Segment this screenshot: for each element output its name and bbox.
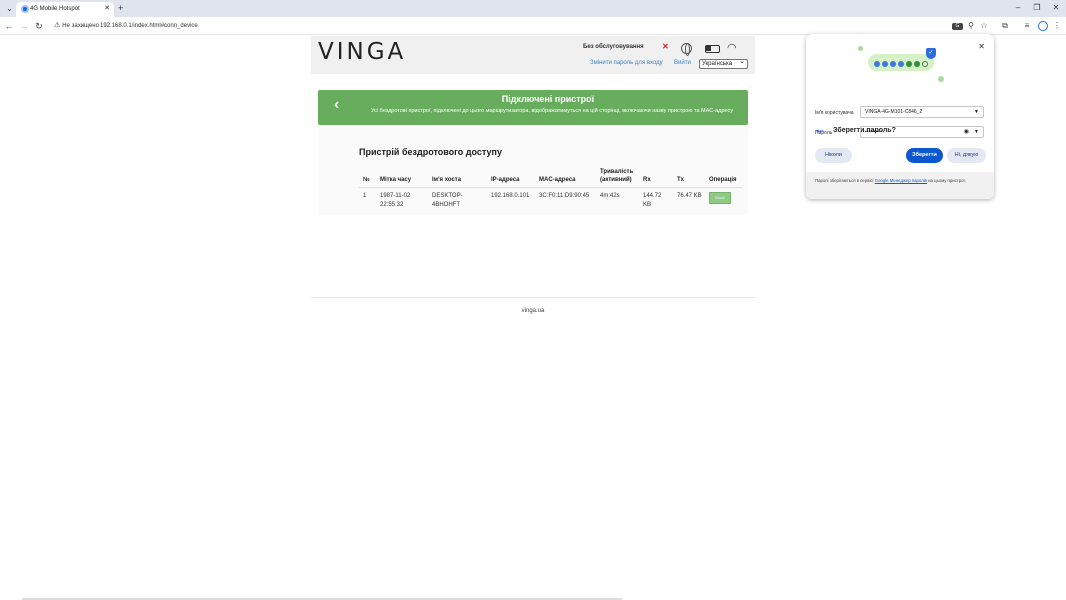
extensions-icon[interactable]: ⧉: [999, 20, 1011, 32]
footer-text: vinga.ua: [521, 308, 545, 314]
show-password-icon[interactable]: ◉: [964, 127, 969, 137]
column-header: Мітка часу: [376, 165, 428, 188]
bookmark-star-icon[interactable]: ☆: [978, 20, 990, 32]
column-header: №: [359, 165, 376, 188]
dropdown-arrow-icon[interactable]: ▼: [974, 107, 979, 117]
cell-ip: 192.168.0.101: [491, 192, 530, 199]
column-header: Rx: [639, 165, 673, 188]
footer-text-part: на цьому пристрої.: [926, 178, 966, 183]
table-row: 1 1987-11-02 22:55:32 DESKTOP-4BHOHFT 19…: [359, 187, 742, 210]
battery-icon: [705, 45, 720, 53]
footer-text-part: Паролі зберігаються в сервісі: [815, 178, 875, 183]
password-illustration: ✓: [854, 42, 946, 86]
warning-icon: ⚠: [54, 22, 61, 29]
favicon-icon: [21, 5, 29, 13]
logout-link[interactable]: Вийти: [674, 60, 691, 66]
column-header: IP-адреса: [487, 165, 535, 188]
dropdown-arrow-icon[interactable]: ▼: [974, 127, 979, 137]
cell-operation: Block: [705, 187, 742, 210]
security-indicator[interactable]: ⚠ Не захищено: [54, 21, 99, 31]
username-field[interactable]: VINGA-4G-M101-C846_2 ▼: [860, 106, 984, 118]
table-header-row: № Мітка часу Ім'я хоста IP-адреса MAC-ад…: [359, 165, 742, 188]
close-window-button[interactable]: ✕: [1050, 2, 1062, 14]
translate-icon[interactable]: G: [952, 23, 963, 30]
page-header: VINGA Без обслуговування ✕ ◠ Змінити пар…: [311, 36, 755, 74]
dialog-footer-text: Паролі зберігаються в сервісі Google Мен…: [815, 177, 985, 185]
cell-timestamp: 1987-11-02 22:55:32: [380, 192, 411, 208]
shield-check-icon: ✓: [926, 48, 936, 59]
new-tab-button[interactable]: +: [118, 2, 123, 14]
footer-divider: [311, 297, 755, 298]
forward-icon[interactable]: →: [18, 20, 30, 32]
menu-dots-icon[interactable]: ⋮: [1051, 20, 1063, 32]
section-title: Пристрій бездротового доступу: [359, 147, 502, 157]
page-title: Підключені пристрої: [501, 94, 595, 104]
profile-avatar[interactable]: [1038, 21, 1048, 31]
no-service-icon: ✕: [662, 42, 669, 51]
tab-title: 4G Mobile Hotspot: [30, 6, 80, 12]
minimize-button[interactable]: –: [1012, 2, 1024, 14]
column-header: MAC-адреса: [535, 165, 596, 188]
address-bar[interactable]: 192.168.0.1/index.html#conn_device: [100, 21, 198, 31]
devices-table: № Мітка часу Ім'я хоста IP-адреса MAC-ад…: [359, 165, 742, 210]
restore-button[interactable]: ❐: [1031, 2, 1043, 14]
back-icon[interactable]: ←: [3, 20, 15, 32]
language-select[interactable]: Українська: [699, 58, 748, 69]
column-header: Операція: [705, 165, 742, 188]
cell-mac: 3C:F0:11:D9:90:45: [539, 192, 590, 199]
tab-search-icon[interactable]: ⌄: [4, 3, 15, 14]
no-thanks-button[interactable]: Ні, дякую: [947, 148, 986, 163]
reload-icon[interactable]: ↻: [33, 20, 45, 32]
username-label: Ім'я користувача: [815, 110, 854, 116]
wifi-icon: ◠: [727, 42, 737, 54]
password-field[interactable]: •••••••••• ◉ ▼: [860, 126, 984, 138]
tab-close-icon[interactable]: ✕: [104, 4, 110, 14]
security-label: Не захищено: [62, 23, 99, 29]
save-password-dialog: ✕ ✓ ●━ Зберегти пароль? Ім'я користувача…: [806, 34, 994, 199]
cell-tx: 76.47 KB: [677, 192, 702, 199]
cell-no: 1: [363, 192, 367, 199]
cell-rx: 144.72 KB: [643, 192, 662, 208]
username-value: VINGA-4G-M101-C846_2: [865, 109, 923, 115]
save-button[interactable]: Зберегти: [906, 148, 943, 163]
never-button[interactable]: Ніколи: [815, 148, 852, 163]
browser-tab[interactable]: 4G Mobile Hotspot ✕: [16, 2, 114, 17]
cell-host: DESKTOP-4BHOHFT: [432, 192, 463, 208]
tab-bar: ⌄ 4G Mobile Hotspot ✕ + – ❐ ✕: [0, 0, 1066, 17]
password-value: ••••••••••: [865, 129, 883, 135]
media-icon[interactable]: ≡: [1021, 20, 1033, 32]
column-header: Ім'я хоста: [428, 165, 487, 188]
cell-duration: 4m:42s: [600, 192, 620, 199]
block-button[interactable]: Block: [709, 191, 731, 204]
vinga-logo: VINGA: [318, 39, 407, 65]
globe-disconnected-icon: [681, 43, 692, 56]
column-header: Tx: [673, 165, 705, 188]
password-manager-link[interactable]: Google Менеджер паролів: [875, 178, 927, 183]
close-icon[interactable]: ✕: [978, 42, 985, 51]
password-label: Пароль: [815, 130, 833, 136]
column-header: Тривалість (активний): [596, 165, 639, 188]
browser-toolbar: ← → ↻ ⚠ Не захищено 192.168.0.1/index.htm…: [0, 17, 1066, 35]
page-banner: ‹ Підключені пристрої Усі бездротові при…: [318, 90, 748, 125]
change-password-link[interactable]: Змінити пароль для входу: [590, 60, 663, 66]
page-description: Усі бездротові пристрої, підключені до ц…: [371, 108, 733, 114]
zoom-icon[interactable]: ⚲: [965, 20, 977, 32]
service-status: Без обслуговування: [583, 44, 644, 50]
